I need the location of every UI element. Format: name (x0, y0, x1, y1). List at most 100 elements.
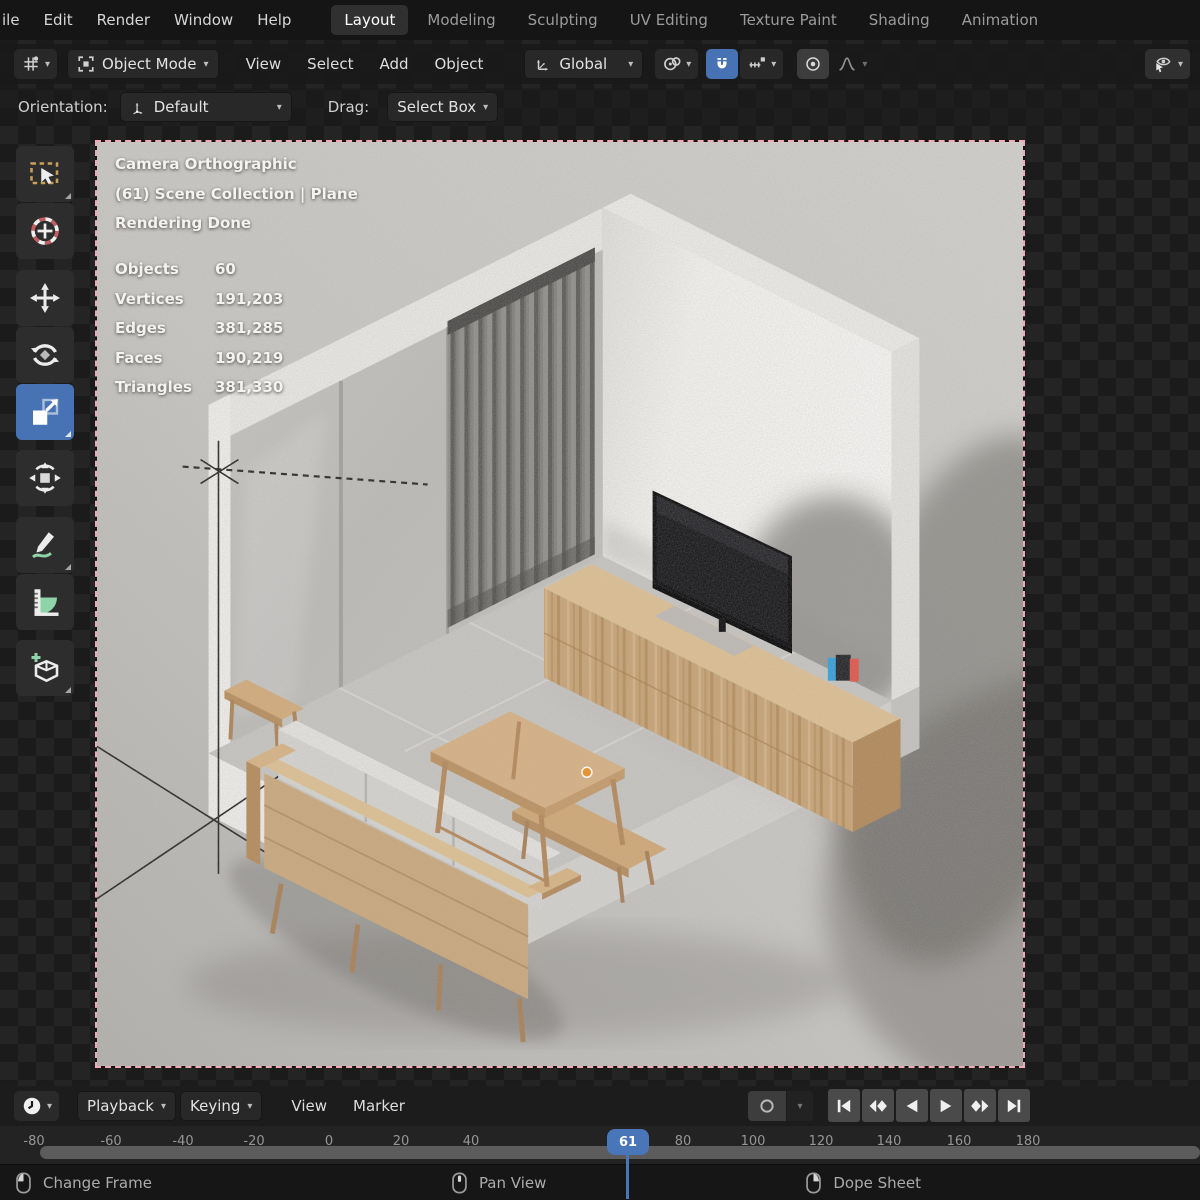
orientation-dropdown[interactable]: Global ▾ (524, 49, 643, 79)
current-frame-indicator[interactable]: 61 (607, 1129, 649, 1155)
menu-render[interactable]: Render (85, 11, 162, 29)
tool-subtools-indicator (65, 193, 71, 199)
orientation-setting-label: Orientation: (18, 98, 108, 116)
play-reverse-button[interactable] (896, 1089, 928, 1122)
chevron-down-icon: ▾ (247, 1101, 252, 1112)
editor-type-button[interactable]: ▾ (14, 49, 57, 79)
falloff-curve-button[interactable]: ▾ (829, 49, 874, 79)
chevron-down-icon: ▾ (204, 59, 209, 70)
render-status-label: Rendering Done (115, 209, 358, 239)
chevron-down-icon: ▾ (686, 59, 691, 70)
play-forward-button[interactable] (930, 1089, 962, 1122)
timeline-menu-marker[interactable]: Marker (340, 1097, 418, 1115)
drag-mode-dropdown[interactable]: Select Box ▾ (387, 92, 498, 122)
play-forward-icon (938, 1098, 954, 1114)
top-menu-bar: ile Edit Render Window Help Layout Model… (0, 0, 1200, 40)
hint-label: Dope Sheet (833, 1174, 921, 1192)
playback-label: Playback (87, 1097, 154, 1115)
keying-label: Keying (190, 1097, 240, 1115)
tool-measure[interactable] (16, 574, 74, 630)
previous-keyframe-icon (868, 1098, 888, 1114)
tab-uv-editing[interactable]: UV Editing (617, 5, 721, 35)
hint-label: Change Frame (43, 1174, 152, 1192)
playback-dropdown[interactable]: Playback ▾ (77, 1091, 176, 1121)
mode-dropdown[interactable]: Object Mode ▾ (67, 49, 219, 79)
chevron-down-icon: ▾ (45, 59, 50, 70)
proportional-editing-button[interactable] (797, 49, 829, 79)
falloff-curve-icon (836, 54, 858, 74)
object-visibility-button[interactable]: ▾ (1145, 49, 1190, 79)
mouse-middle-icon (452, 1172, 467, 1194)
snap-toggle-button[interactable] (706, 49, 738, 79)
chevron-down-icon: ▾ (277, 102, 282, 113)
tab-sculpting[interactable]: Sculpting (515, 5, 611, 35)
snap-magnet-icon (713, 55, 731, 73)
playhead-line[interactable] (626, 1153, 629, 1199)
tool-rotate[interactable] (16, 327, 74, 383)
previous-keyframe-button[interactable] (862, 1089, 894, 1122)
menu-file[interactable]: ile (0, 11, 32, 29)
timeline-editor-type-button[interactable]: ▾ (14, 1091, 59, 1121)
transport-controls (828, 1089, 1030, 1122)
tool-settings-bar: Orientation: Default ▾ Drag: Select Box … (0, 88, 1200, 126)
tab-modeling[interactable]: Modeling (414, 5, 508, 35)
tool-move[interactable] (16, 270, 74, 326)
chevron-down-icon: ▾ (47, 1101, 52, 1112)
timeline-ruler[interactable]: -80 -60 -40 -20 0 20 40 80 100 120 140 1… (0, 1126, 1200, 1164)
snap-with-button[interactable]: ▾ (740, 49, 783, 79)
auto-keying-toggle[interactable] (748, 1091, 786, 1121)
viewport-3d[interactable]: Camera Orthographic (61) Scene Collectio… (95, 140, 1025, 1068)
scene-statistics: Objects60 Vertices191,203 Edges381,285 F… (115, 255, 283, 403)
mouse-left-icon (16, 1172, 31, 1194)
viewport-menu-add[interactable]: Add (366, 55, 421, 73)
menu-help[interactable]: Help (245, 11, 303, 29)
menu-window[interactable]: Window (162, 11, 245, 29)
tab-layout[interactable]: Layout (331, 5, 408, 35)
viewport-menu-view[interactable]: View (233, 55, 295, 73)
pivot-point-button[interactable]: ▾ (655, 49, 698, 79)
viewport-menu-object[interactable]: Object (422, 55, 497, 73)
orientation-default-dropdown[interactable]: Default ▾ (120, 92, 292, 122)
mouse-right-icon (806, 1172, 821, 1194)
menu-edit[interactable]: Edit (32, 11, 85, 29)
record-circle-icon (758, 1097, 776, 1115)
tab-texture-paint[interactable]: Texture Paint (727, 5, 850, 35)
tool-cursor[interactable] (16, 203, 74, 259)
timeline-menu-view[interactable]: View (278, 1097, 340, 1115)
auto-keying-options[interactable]: ▾ (787, 1091, 813, 1121)
active-object-label: (61) Scene Collection | Plane (115, 180, 358, 210)
tool-scale[interactable] (16, 384, 74, 440)
jump-to-end-icon (1005, 1098, 1023, 1114)
chevron-down-icon: ▾ (862, 59, 867, 70)
pivot-point-icon (662, 54, 682, 74)
drag-setting-label: Drag: (328, 98, 369, 116)
tool-add-cube[interactable] (16, 640, 74, 696)
viewport-menu-select[interactable]: Select (294, 55, 366, 73)
viewport-editor-icon (21, 54, 41, 74)
orientation-label: Global (559, 55, 607, 73)
tab-animation[interactable]: Animation (949, 5, 1051, 35)
rotate-icon (27, 337, 63, 373)
orientation-setting-value: Default (154, 98, 209, 116)
chevron-down-icon: ▾ (161, 1101, 166, 1112)
jump-to-start-button[interactable] (828, 1089, 860, 1122)
measure-icon (27, 584, 63, 620)
jump-to-start-icon (835, 1098, 853, 1114)
keying-dropdown[interactable]: Keying ▾ (180, 1091, 262, 1121)
tool-annotate[interactable] (16, 517, 74, 573)
object-mode-icon (77, 55, 95, 73)
play-reverse-icon (904, 1098, 920, 1114)
cursor-3d-icon (27, 213, 63, 249)
next-keyframe-button[interactable] (964, 1089, 996, 1122)
timeline-header: ▾ Playback ▾ Keying ▾ View Marker ▾ (0, 1086, 1200, 1126)
hint-dope-sheet: Dope Sheet (806, 1172, 921, 1194)
chevron-down-icon: ▾ (797, 1101, 802, 1112)
annotate-icon (27, 527, 63, 563)
tool-select-box[interactable] (16, 146, 74, 202)
tab-shading[interactable]: Shading (856, 5, 943, 35)
object-visibility-icon (1152, 54, 1174, 74)
tool-transform[interactable] (16, 450, 74, 506)
jump-to-end-button[interactable] (998, 1089, 1030, 1122)
viewport-header: ▾ Object Mode ▾ View Select Add Object G… (0, 44, 1200, 84)
chevron-down-icon: ▾ (1178, 59, 1183, 70)
